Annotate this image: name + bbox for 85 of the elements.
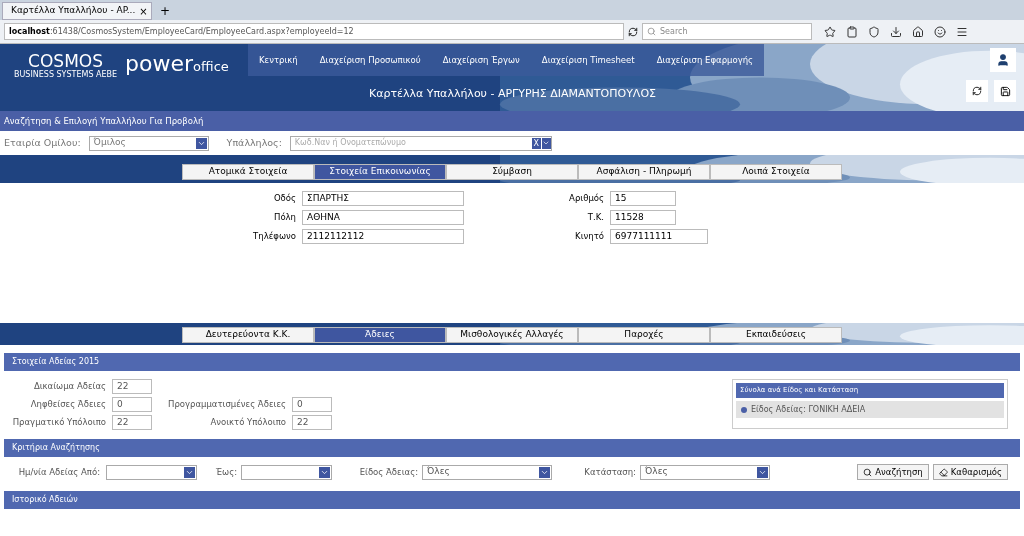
field-label: Τηλέφωνο <box>252 230 297 243</box>
section-header: Αναζήτηση & Επιλογή Υπαλλήλου Για Προβολή <box>0 111 1024 131</box>
dropdown[interactable]: Όμιλος <box>88 135 209 151</box>
nav-link[interactable]: Διαχείριση Timesheet <box>530 53 646 67</box>
text-field[interactable]: 6977111111 <box>610 229 708 244</box>
logo-tagline: BUSINESS SYSTEMS AEBE <box>14 70 118 79</box>
dropdown[interactable]: Όλες <box>422 464 552 480</box>
field-label: Πόλη <box>273 211 297 224</box>
user-button[interactable] <box>990 48 1016 72</box>
tab[interactable]: Μισθολογικές Αλλαγές <box>446 327 578 343</box>
address-field[interactable]: localhost:61438/CosmosSystem/EmployeeCard/EmployeeCard.aspx?employeeId=12 <box>4 23 624 40</box>
field-label: Πραγματικό Υπόλοιπο <box>11 416 107 429</box>
field-label: Εταιρία Ομίλου: <box>4 135 81 150</box>
clear-button[interactable]: X <box>531 137 541 149</box>
browser-tab[interactable]: Καρτέλλα Υπαλλήλου - AP... × <box>2 2 152 20</box>
product-name: poweroffice <box>125 53 229 78</box>
bullet-icon <box>741 406 747 413</box>
field-label: Κινητό <box>574 230 605 243</box>
text-field[interactable]: ΑΘΗΝΑ <box>302 210 464 225</box>
nav-link[interactable]: Διαχείριση Έργων <box>431 53 531 67</box>
clipboard-icon[interactable] <box>846 25 858 38</box>
search-icon <box>647 27 656 36</box>
search-icon <box>863 467 873 477</box>
save-button[interactable] <box>994 80 1016 102</box>
field-label: Υπάλληλος: <box>226 135 282 150</box>
download-icon[interactable] <box>890 25 902 38</box>
dropdown[interactable] <box>106 464 197 480</box>
field-label: Τ.Κ. <box>586 211 605 224</box>
eraser-icon <box>938 467 948 477</box>
tab[interactable]: Δευτερεύοντα Κ.Κ. <box>182 327 314 343</box>
employee-field[interactable]: Κωδ.Ναν ή Ονοματεπώνυμο X <box>289 135 552 151</box>
new-tab-button[interactable]: + <box>152 2 179 20</box>
text-field[interactable]: 22 <box>112 415 152 430</box>
star-icon[interactable] <box>824 25 836 38</box>
tab[interactable]: Ασφάλιση - Πληρωμή <box>578 164 710 180</box>
dropdown[interactable] <box>241 464 332 480</box>
search-field[interactable]: Search <box>642 23 812 40</box>
close-tab-button[interactable]: × <box>139 3 148 19</box>
field-label: Δικαίωμα Αδείας <box>32 380 107 393</box>
refresh-icon <box>972 86 982 96</box>
nav-link[interactable]: Διαχείριση Εφαρμογής <box>645 53 765 67</box>
text-field[interactable]: 0 <box>292 397 332 412</box>
tab[interactable]: Παροχές <box>578 327 710 343</box>
save-icon <box>999 85 1011 97</box>
text-field[interactable]: 15 <box>610 191 676 206</box>
text-field[interactable]: 11528 <box>610 210 676 225</box>
dropdown[interactable]: Όλες <box>640 464 770 480</box>
logo: COSMOS <box>28 52 103 70</box>
field-label: Αριθμός <box>568 192 605 205</box>
menu-icon[interactable] <box>956 25 968 38</box>
section-header: Στοιχεία Αδείας 2015 <box>4 353 1020 371</box>
tab[interactable]: Εκπαιδεύσεις <box>710 327 842 343</box>
field-label: Ληφθείσες Άδειες <box>29 398 107 411</box>
chevron-icon <box>542 139 551 147</box>
field-label: Ανοικτό Υπόλοιπο <box>209 416 287 429</box>
field-label: Προγραμματισμένες Άδειες <box>167 398 287 411</box>
text-field[interactable]: 2112112112 <box>302 229 464 244</box>
text-field[interactable]: 22 <box>292 415 332 430</box>
text-field[interactable]: 0 <box>112 397 152 412</box>
page-title: Καρτέλλα Υπαλλήλου - ΑΡΓΥΡΗΣ ΔΙΑΜΑΝΤΟΠΟΥΛΟΣ <box>368 86 657 102</box>
clear-button[interactable]: Καθαρισμός <box>932 464 1008 480</box>
user-icon <box>996 53 1010 67</box>
tab[interactable]: Σύμβαση <box>446 164 578 180</box>
tab[interactable]: Λοιπά Στοιχεία <box>710 164 842 180</box>
refresh-button[interactable] <box>966 80 988 102</box>
smiley-icon[interactable] <box>934 25 946 38</box>
nav-link[interactable]: Διαχείριση Προσωπικού <box>308 53 432 67</box>
text-field[interactable]: 22 <box>112 379 152 394</box>
home-icon[interactable] <box>912 25 924 38</box>
list-item[interactable]: Είδος Αδείας: ΓΟΝΙΚΗ ΑΔΕΙΑ <box>736 401 1004 418</box>
field-label: Έως: <box>214 465 238 479</box>
tab[interactable]: Ατομικά Στοιχεία <box>182 164 314 180</box>
tab[interactable]: Στοιχεία Επικοινωνίας <box>314 164 446 180</box>
field-label: Ημ/νία Αδείας Από: <box>17 465 101 479</box>
search-button[interactable]: Αναζήτηση <box>857 464 929 480</box>
tab[interactable]: Άδειες <box>314 327 446 343</box>
shield-icon[interactable] <box>868 25 880 38</box>
reload-icon[interactable] <box>628 26 638 37</box>
text-field[interactable]: ΣΠΑΡΤΗΣ <box>302 191 464 206</box>
field-label: Είδος Άδειας: <box>358 465 419 479</box>
field-label: Κατάσταση: <box>583 465 637 479</box>
nav-link[interactable]: Κεντρική <box>248 53 309 67</box>
field-label: Οδός <box>272 192 297 205</box>
section-header: Κριτήρια Αναζήτησης <box>4 439 1020 457</box>
section-header: Ιστορικό Αδειών <box>4 491 1020 509</box>
